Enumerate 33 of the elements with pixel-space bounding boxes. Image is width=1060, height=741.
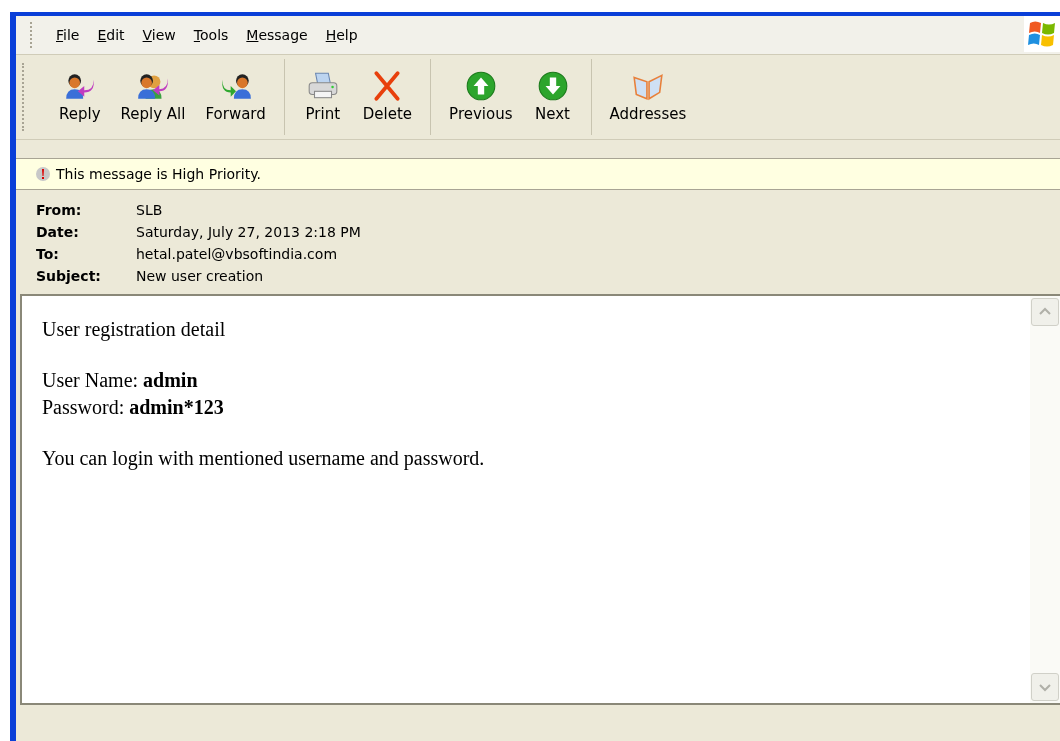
field-label: To: xyxy=(36,246,60,262)
exclamation-icon xyxy=(36,167,50,181)
menu-item[interactable]: Help xyxy=(316,23,367,47)
message-text: Password: admin*123 xyxy=(42,395,225,420)
toolbar-button[interactable]: Previous xyxy=(439,59,523,135)
menu-item[interactable]: File xyxy=(47,23,89,47)
field-value: hetal.patel@vbsoftindia.com xyxy=(136,246,339,262)
book-icon xyxy=(630,71,665,101)
toolbar-button[interactable]: Next xyxy=(522,59,583,135)
scroll-down-icon[interactable] xyxy=(1031,673,1059,701)
message-text: User registration detail xyxy=(42,317,227,343)
field-value: SLB xyxy=(136,202,164,218)
priority-message: This message is High Priority. xyxy=(56,166,261,182)
field-label: Subject: xyxy=(36,268,102,284)
scroll-up-icon[interactable] xyxy=(1031,298,1059,326)
field-value: New user creation xyxy=(136,268,265,284)
menu-item[interactable]: Message xyxy=(237,23,317,47)
message-text: You can login with mentioned username and password. xyxy=(42,446,486,472)
toolbar-button[interactable]: Delete xyxy=(352,59,423,135)
toolbar-button[interactable]: Reply xyxy=(49,59,111,135)
menu-item[interactable]: Edit xyxy=(88,23,134,47)
flag-logo-icon xyxy=(1027,20,1057,48)
menu-item[interactable]: Tools xyxy=(184,23,238,47)
field-label: From: xyxy=(36,202,83,218)
field-label: Date: xyxy=(36,224,80,240)
menu-item[interactable]: View xyxy=(133,23,185,47)
toolbar-button[interactable]: Reply All xyxy=(110,59,196,135)
people-arrow-icon xyxy=(136,71,170,101)
toolbar-button[interactable]: Print xyxy=(292,59,353,135)
message-text: User Name: admin xyxy=(42,368,199,393)
toolbar-button[interactable]: Addresses xyxy=(599,59,697,135)
toolbar-button[interactable]: Forward xyxy=(195,59,276,135)
field-value: Saturday, July 27, 2013 2:18 PM xyxy=(136,224,362,240)
